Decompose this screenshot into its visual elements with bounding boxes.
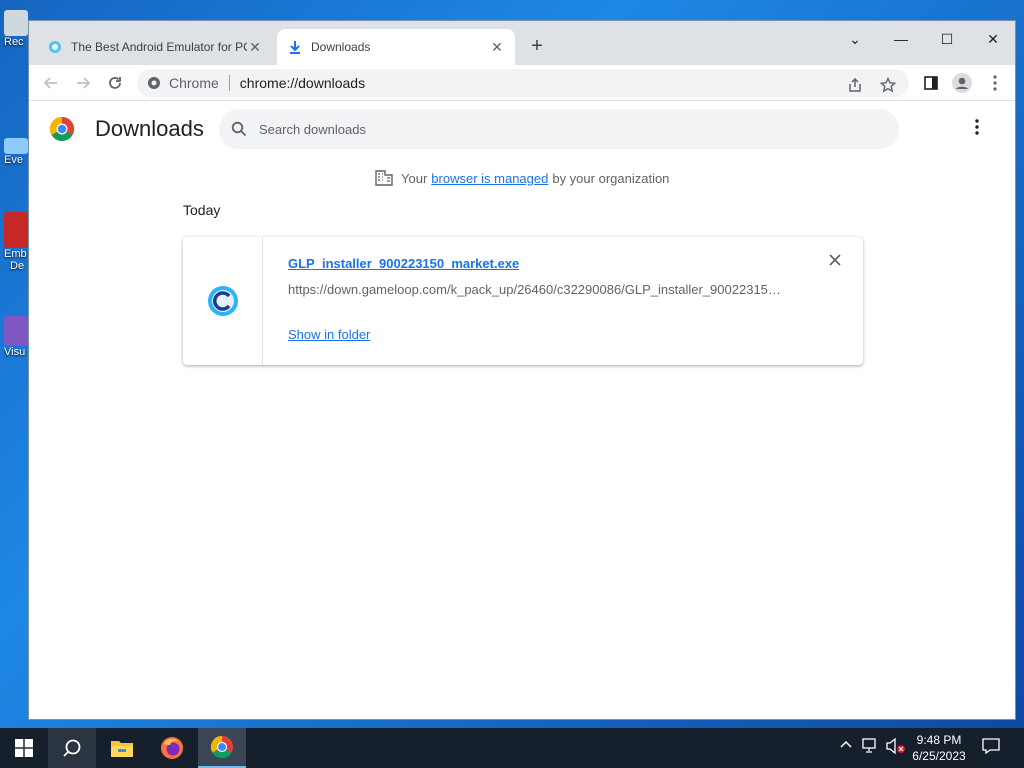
reload-button[interactable] xyxy=(103,71,127,95)
chrome-icon xyxy=(210,735,234,759)
downloads-menu-button[interactable] xyxy=(975,119,979,138)
clock-date: 6/25/2023 xyxy=(912,749,966,763)
download-filename-link[interactable]: GLP_installer_900223150_market.exe xyxy=(288,256,519,271)
visual-studio-icon xyxy=(4,316,28,346)
chevron-up-icon xyxy=(840,740,852,748)
reload-icon xyxy=(109,77,121,89)
minimize-button[interactable]: — xyxy=(878,25,924,53)
desktop-icon-label: Rec xyxy=(4,36,24,48)
chrome-menu-button[interactable] xyxy=(983,71,1007,95)
download-icon xyxy=(287,39,303,55)
close-window-button[interactable]: ✕ xyxy=(970,25,1016,53)
system-clock[interactable]: 9:48 PM 6/25/2023 xyxy=(904,732,974,764)
windows-logo-icon xyxy=(15,739,33,757)
network-icon xyxy=(862,738,876,753)
shortcut-icon xyxy=(4,138,28,154)
tab-title: Downloads xyxy=(311,40,371,54)
page-title: Downloads xyxy=(95,116,204,141)
desktop-icon-label: Visu xyxy=(4,346,26,358)
show-hidden-icons-button[interactable] xyxy=(840,738,852,754)
bookmark-star-icon[interactable] xyxy=(878,75,898,95)
kebab-menu-icon xyxy=(975,119,979,135)
close-tab-icon[interactable]: ✕ xyxy=(247,39,263,56)
remove-download-button[interactable] xyxy=(829,253,841,271)
share-icon[interactable] xyxy=(845,75,865,95)
desktop-icon-label: Emb xyxy=(4,248,27,260)
gameloop-favicon-icon xyxy=(47,39,63,55)
date-section-heading: Today xyxy=(183,202,221,218)
search-downloads-input[interactable]: Search downloads xyxy=(219,109,899,149)
download-item: GLP_installer_900223150_market.exe https… xyxy=(183,237,863,365)
browser-managed-link[interactable]: browser is managed xyxy=(431,171,548,186)
network-button[interactable] xyxy=(862,738,880,757)
notification-icon xyxy=(982,738,1000,755)
tab-downloads[interactable]: Downloads ✕ xyxy=(277,29,515,65)
address-bar[interactable]: Chrome chrome://downloads xyxy=(137,69,909,97)
close-icon xyxy=(829,254,841,266)
gameloop-file-icon xyxy=(207,286,238,316)
download-source-url: https://down.gameloop.com/k_pack_up/2646… xyxy=(288,282,788,297)
folder-icon xyxy=(111,741,133,757)
forward-button[interactable] xyxy=(71,71,95,95)
recycle-bin-icon xyxy=(4,10,28,36)
kebab-menu-icon xyxy=(993,75,997,91)
desktop-icon-label: De xyxy=(10,260,25,272)
side-panel-icon xyxy=(924,76,938,90)
desktop-icon-embarcadero[interactable]: Emb De xyxy=(4,212,28,272)
chrome-taskbar-button[interactable] xyxy=(198,728,246,768)
profile-button[interactable] xyxy=(950,71,974,95)
close-tab-icon[interactable]: ✕ xyxy=(489,39,505,56)
desktop-icon-visual-studio[interactable]: Visu xyxy=(4,316,28,358)
desktop-icon-event[interactable]: Eve xyxy=(4,138,28,166)
search-icon xyxy=(231,121,247,137)
chrome-window: The Best Android Emulator for PC ✕ Downl… xyxy=(28,20,1016,720)
desktop-icon-recycle-bin[interactable]: Rec xyxy=(4,10,28,48)
omnibox-separator xyxy=(228,75,230,91)
maximize-button[interactable]: ☐ xyxy=(924,25,970,53)
forward-arrow-icon xyxy=(77,77,91,89)
back-arrow-icon xyxy=(43,77,57,89)
downloads-header: Downloads Search downloads xyxy=(29,101,1015,157)
new-tab-button[interactable]: + xyxy=(525,35,549,58)
site-chip: Chrome xyxy=(169,75,219,91)
managed-prefix: Your xyxy=(401,170,428,186)
url-text: chrome://downloads xyxy=(239,75,366,91)
desktop-icon-label: Eve xyxy=(4,154,23,166)
tab-search-button[interactable]: ⌄ xyxy=(832,25,878,53)
volume-button[interactable] xyxy=(886,737,906,757)
search-circle-icon xyxy=(63,739,81,757)
chrome-logo-icon xyxy=(49,117,75,142)
tab-gameloop[interactable]: The Best Android Emulator for PC ✕ xyxy=(37,29,273,65)
file-explorer-button[interactable] xyxy=(98,728,146,768)
app-icon xyxy=(4,212,28,248)
managed-notice: Your browser is managed by your organiza… xyxy=(375,170,669,186)
side-panel-button[interactable] xyxy=(919,71,943,95)
building-icon xyxy=(375,170,393,186)
start-button[interactable] xyxy=(0,728,48,768)
tab-strip: The Best Android Emulator for PC ✕ Downl… xyxy=(29,21,1015,65)
taskbar: 9:48 PM 6/25/2023 xyxy=(0,728,1024,768)
search-button[interactable] xyxy=(48,728,96,768)
clock-time: 9:48 PM xyxy=(916,733,962,747)
action-center-button[interactable] xyxy=(982,738,1000,757)
search-placeholder: Search downloads xyxy=(259,121,366,137)
managed-suffix: by your organization xyxy=(552,170,670,186)
avatar-icon xyxy=(952,73,972,93)
firefox-button[interactable] xyxy=(148,728,196,768)
tab-title: The Best Android Emulator for PC xyxy=(71,40,247,54)
chrome-site-icon xyxy=(148,77,160,89)
firefox-icon xyxy=(161,737,183,759)
toolbar: Chrome chrome://downloads xyxy=(29,65,1015,101)
show-in-folder-link[interactable]: Show in folder xyxy=(288,327,370,342)
download-file-icon-column xyxy=(183,237,263,365)
back-button[interactable] xyxy=(39,71,63,95)
volume-muted-icon xyxy=(886,737,905,755)
